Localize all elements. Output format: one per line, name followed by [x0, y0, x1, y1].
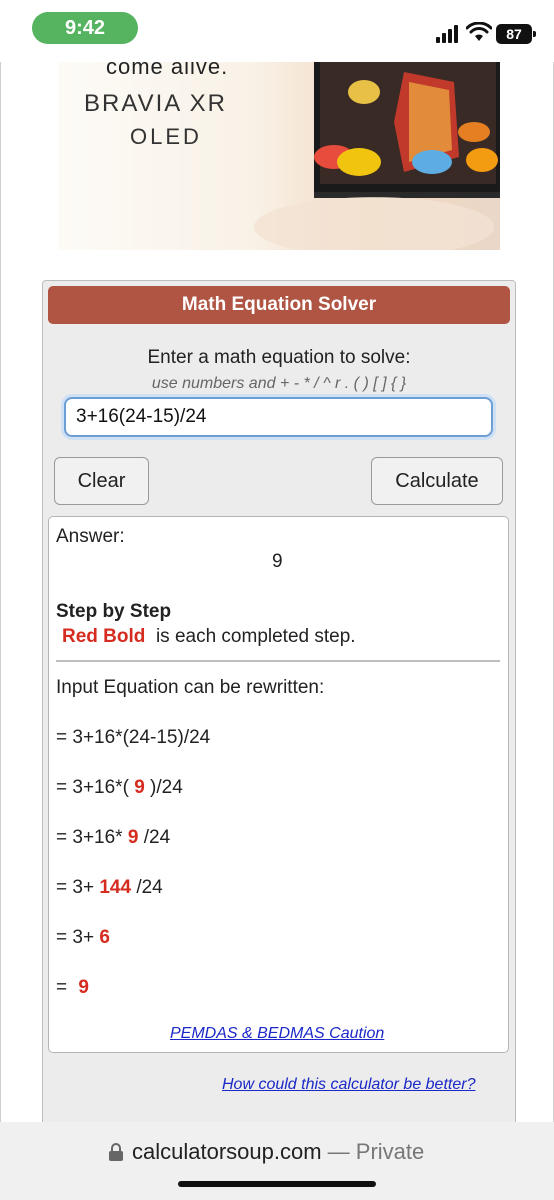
step-text: /24 — [143, 827, 171, 848]
step-line: = 3+ 6 — [56, 927, 110, 949]
step-line: = 3+16*( 9 )/24 — [56, 777, 183, 799]
step-result: 6 — [99, 927, 110, 948]
ad-banner[interactable]: come alive. BRAVIA XR OLED — [58, 62, 500, 250]
step-text: = 3+16* — [56, 827, 123, 848]
ad-subtitle: come alive. — [106, 62, 229, 79]
step-result: 9 — [134, 777, 145, 798]
url-domain: calculatorsoup.com — [132, 1139, 322, 1164]
answer-value: 9 — [272, 551, 283, 572]
rewrite-note: Input Equation can be rewritten: — [56, 677, 325, 698]
legend-text: is each completed step. — [155, 626, 356, 647]
status-bar: 9:42 87 — [0, 0, 554, 62]
signal-icon — [436, 25, 458, 43]
step-text: = 3+16*(24-15)/24 — [56, 727, 211, 748]
feedback-link[interactable]: How could this calculator be better? — [222, 1076, 475, 1094]
private-label: — Private — [327, 1139, 425, 1164]
step-line: = 3+ 144 /24 — [56, 877, 163, 899]
wifi-icon — [466, 22, 492, 41]
calculator-title: Math Equation Solver — [48, 286, 510, 324]
step-text: = 3+ — [56, 927, 95, 948]
equation-hint: use numbers and + - * / ^ r . ( ) [ ] { … — [151, 375, 407, 392]
ad-image — [254, 62, 500, 250]
answer-label: Answer: — [56, 526, 125, 547]
url-display[interactable]: calculatorsoup.com — Private — [132, 1139, 424, 1165]
step-text: = 3+ — [56, 877, 95, 898]
pemdas-caution-link[interactable]: PEMDAS & BEDMAS Caution — [170, 1025, 384, 1043]
divider — [56, 660, 500, 662]
step-heading: Step by Step — [56, 601, 172, 622]
step-line: = 9 — [56, 977, 89, 999]
equation-input[interactable] — [64, 397, 493, 437]
step-result: 9 — [127, 827, 139, 848]
phone-screen: 9:42 87 come alive. BRAVIA XR OLED Math … — [0, 0, 554, 1200]
clear-button[interactable]: Clear — [54, 457, 149, 505]
step-line: = 3+16* 9 /24 — [56, 827, 170, 849]
lock-icon — [109, 1143, 123, 1161]
battery-icon: 87 — [496, 24, 536, 44]
calculate-button[interactable]: Calculate — [371, 457, 503, 505]
step-text: /24 — [136, 877, 163, 898]
step-text: = — [56, 977, 68, 998]
equation-prompt: Enter a math equation to solve: — [147, 347, 411, 368]
step-result: 9 — [78, 977, 89, 998]
home-indicator[interactable] — [178, 1181, 376, 1187]
step-legend: Red Bold is each completed step. — [56, 626, 356, 648]
step-text: )/24 — [150, 777, 183, 798]
page-edge — [0, 62, 1, 1122]
ad-oled: OLED — [130, 124, 202, 149]
step-result: 144 — [99, 877, 132, 898]
legend-red-text: Red Bold — [62, 626, 146, 647]
step-text: = 3+16*( — [56, 777, 129, 798]
ad-brand: BRAVIA XR — [84, 90, 227, 117]
step-line: = 3+16*(24-15)/24 — [56, 727, 210, 749]
status-time: 9:42 — [32, 12, 138, 44]
